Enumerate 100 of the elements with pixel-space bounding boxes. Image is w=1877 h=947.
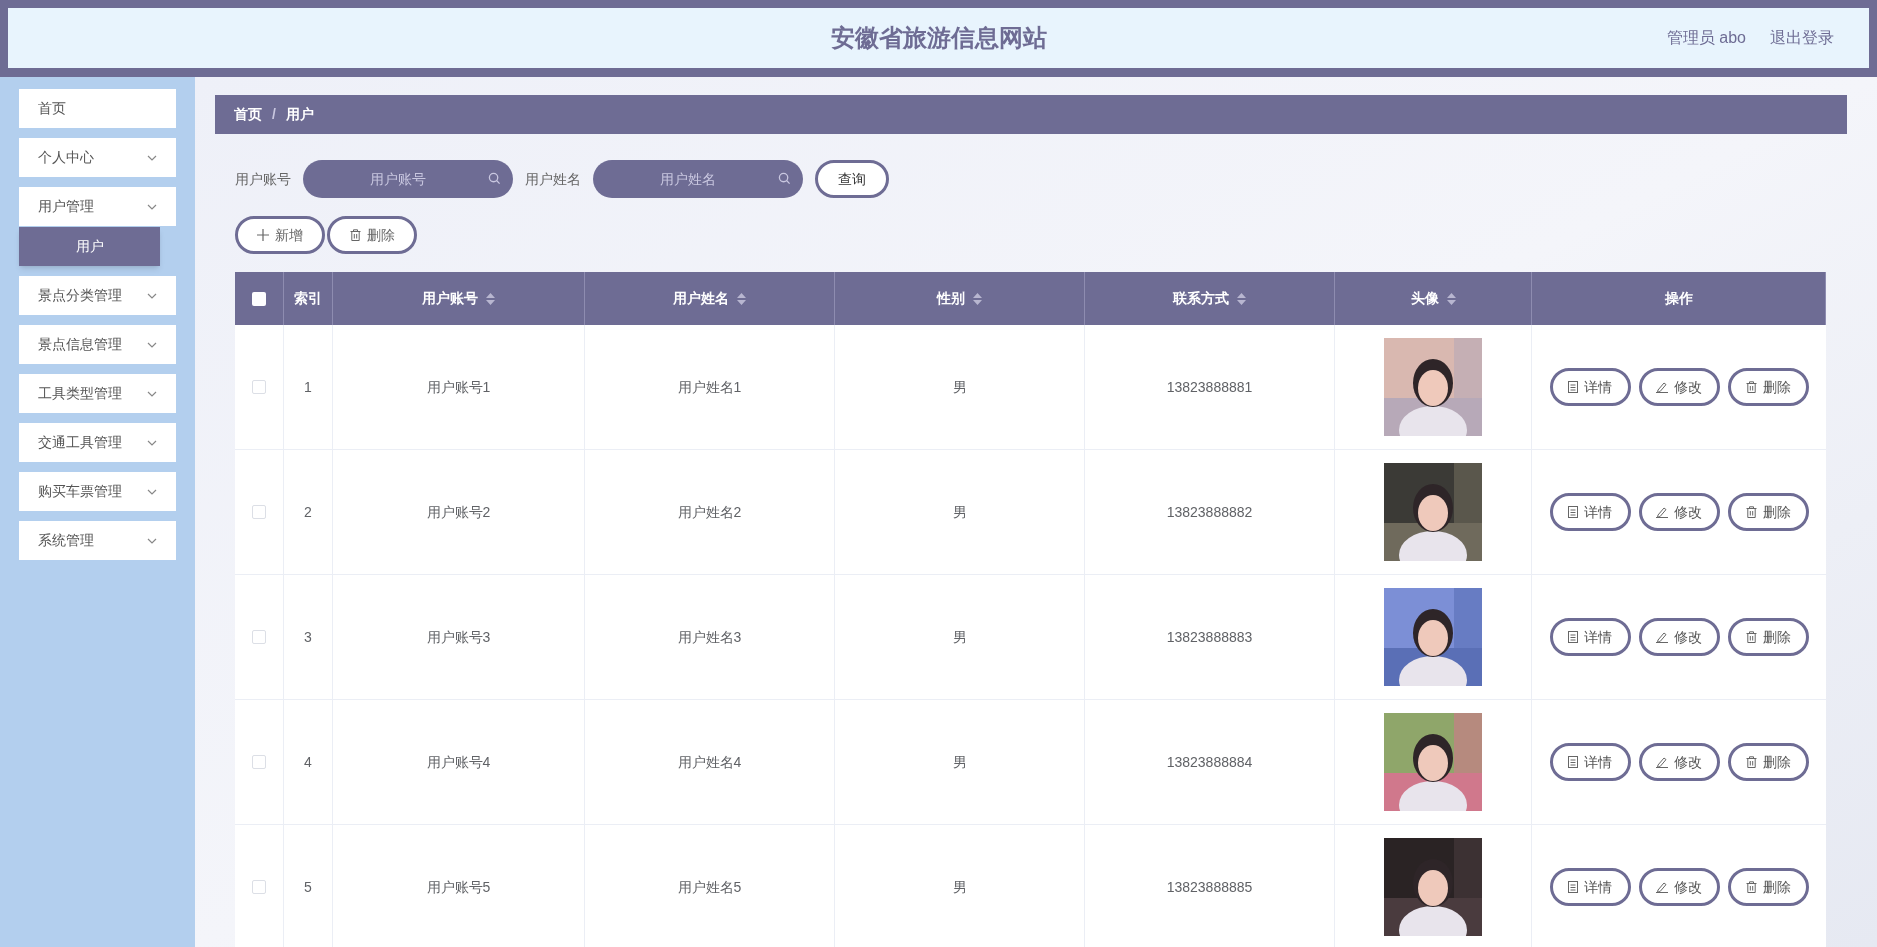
pencil-icon: [1656, 381, 1668, 393]
chevron-down-icon: [147, 390, 157, 397]
sidebar-item[interactable]: 首页: [19, 89, 176, 128]
chevron-down-icon: [147, 439, 157, 446]
sort-icon[interactable]: [737, 292, 746, 305]
trash-icon: [1745, 381, 1757, 393]
sort-icon[interactable]: [973, 292, 982, 305]
table-cell-text: 男: [952, 752, 967, 772]
row-checkbox[interactable]: [252, 380, 266, 394]
search-label: 用户账号: [235, 169, 291, 189]
plus-icon: [257, 229, 269, 241]
site-title: 安徽省旅游信息网站: [830, 23, 1047, 53]
logout-link[interactable]: 退出登录: [1770, 26, 1834, 50]
pencil-icon: [1656, 631, 1668, 643]
breadcrumb-separator: /: [272, 105, 276, 124]
row-checkbox[interactable]: [252, 630, 266, 644]
edit-button[interactable]: 修改: [1638, 368, 1720, 406]
edit-button[interactable]: 修改: [1638, 868, 1720, 906]
document-icon: [1568, 756, 1578, 768]
table-cell-text: 13823888885: [1166, 877, 1253, 897]
delete-button[interactable]: 删除: [1727, 618, 1809, 656]
detail-button[interactable]: 详情: [1549, 618, 1631, 656]
pencil-icon: [1656, 506, 1668, 518]
detail-button[interactable]: 详情: [1549, 743, 1631, 781]
chevron-down-icon: [147, 537, 157, 544]
sidebar-item[interactable]: 工具类型管理: [19, 374, 176, 413]
table-cell-text: 用户账号1: [426, 377, 491, 397]
column-header[interactable]: 性别: [835, 272, 1085, 325]
delete-button[interactable]: 删除: [1727, 868, 1809, 906]
search-field[interactable]: 用户账号: [303, 160, 513, 198]
column-header[interactable]: 头像: [1335, 272, 1532, 325]
select-all-checkbox[interactable]: [252, 291, 266, 306]
row-checkbox[interactable]: [252, 755, 266, 769]
detail-button[interactable]: 详情: [1549, 368, 1631, 406]
sidebar-item[interactable]: 系统管理: [19, 521, 176, 560]
delete-button[interactable]: 删除: [1727, 743, 1809, 781]
document-icon: [1568, 881, 1578, 893]
edit-button[interactable]: 修改: [1638, 493, 1720, 531]
sidebar-subitem[interactable]: 用户: [19, 227, 160, 266]
trash-icon: [1745, 756, 1757, 768]
column-header[interactable]: 用户姓名: [585, 272, 835, 325]
search-icon: [778, 172, 791, 185]
sort-icon[interactable]: [1446, 292, 1456, 305]
sidebar-item[interactable]: 景点分类管理: [19, 276, 176, 315]
delete-button[interactable]: 删除: [1727, 493, 1809, 531]
table-cell-text: 1: [304, 377, 312, 397]
table-cell-text: 用户姓名2: [677, 502, 742, 522]
column-header[interactable]: 联系方式: [1085, 272, 1335, 325]
sidebar-item[interactable]: 个人中心: [19, 138, 176, 177]
edit-button[interactable]: 修改: [1638, 743, 1720, 781]
column-header: 操作: [1532, 272, 1826, 325]
table-cell-text: 13823888881: [1166, 377, 1253, 397]
document-icon: [1568, 631, 1578, 643]
table-cell-text: 3: [304, 627, 312, 647]
pencil-icon: [1656, 756, 1668, 768]
chevron-down-icon: [147, 154, 157, 161]
search-icon: [488, 172, 501, 185]
table-cell-text: 13823888883: [1166, 627, 1253, 647]
table-cell-text: 用户姓名5: [677, 877, 742, 897]
trash-icon: [349, 229, 361, 241]
detail-button[interactable]: 详情: [1549, 868, 1631, 906]
detail-button[interactable]: 详情: [1549, 493, 1631, 531]
column-header: 索引: [284, 272, 333, 325]
row-checkbox[interactable]: [252, 505, 266, 519]
chevron-down-icon: [147, 203, 157, 210]
table-cell-text: 用户姓名1: [677, 377, 742, 397]
trash-icon: [1745, 881, 1757, 893]
table-cell-text: 用户账号3: [426, 627, 491, 647]
chevron-down-icon: [147, 488, 157, 495]
breadcrumb-item[interactable]: 用户: [285, 104, 314, 125]
trash-icon: [1745, 631, 1757, 643]
document-icon: [1568, 381, 1578, 393]
table-cell-text: 男: [952, 877, 967, 897]
trash-icon: [1745, 506, 1757, 518]
search-label: 用户姓名: [525, 169, 581, 189]
sort-icon[interactable]: [486, 292, 495, 305]
table-cell-text: 用户账号4: [426, 752, 491, 772]
breadcrumb-item[interactable]: 首页: [234, 104, 262, 125]
search-field[interactable]: 用户姓名: [593, 160, 803, 198]
sidebar-item[interactable]: 景点信息管理: [19, 325, 176, 364]
table-cell-text: 13823888882: [1166, 502, 1253, 522]
column-header[interactable]: 用户账号: [333, 272, 585, 325]
sidebar-item[interactable]: 购买车票管理: [19, 472, 176, 511]
query-button[interactable]: 查询: [815, 160, 889, 198]
sort-icon[interactable]: [1237, 292, 1246, 305]
document-icon: [1568, 506, 1578, 518]
table-cell-text: 用户账号5: [426, 877, 491, 897]
sidebar-item[interactable]: 用户管理: [19, 187, 176, 226]
row-checkbox[interactable]: [252, 880, 266, 894]
table-cell-text: 用户账号2: [426, 502, 491, 522]
table-cell-text: 用户姓名3: [677, 627, 742, 647]
delete-button[interactable]: 删除: [327, 216, 417, 254]
edit-button[interactable]: 修改: [1638, 618, 1720, 656]
table-cell-text: 男: [952, 502, 967, 522]
table-cell-text: 13823888884: [1166, 752, 1253, 772]
delete-button[interactable]: 删除: [1727, 368, 1809, 406]
sidebar-item[interactable]: 交通工具管理: [19, 423, 176, 462]
chevron-down-icon: [147, 292, 157, 299]
admin-label: 管理员 abo: [1666, 28, 1746, 48]
add-button[interactable]: 新增: [235, 216, 325, 254]
